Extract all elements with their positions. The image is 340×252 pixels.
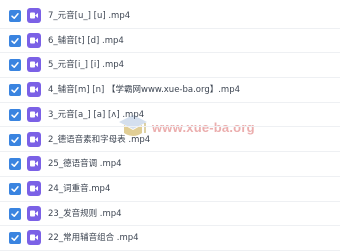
checkbox[interactable] — [9, 133, 21, 146]
file-name: 4_辅音[m] [n] 【学霸网www.xue-ba.org】.mp4 — [48, 85, 241, 96]
video-file-icon — [27, 180, 41, 196]
checkmark-icon — [11, 37, 19, 44]
checkmark-icon — [11, 235, 19, 242]
checkmark-icon — [11, 185, 19, 192]
video-file-icon — [27, 131, 41, 147]
file-name: 2_德语音素和字母表 .mp4 — [48, 134, 151, 145]
file-name: 22_常用辅音组合 .mp4 — [48, 233, 139, 244]
file-row[interactable]: 24_词重音.mp4 — [0, 177, 340, 202]
checkbox[interactable] — [9, 10, 21, 22]
checkbox[interactable] — [9, 158, 21, 171]
checkbox[interactable] — [9, 207, 21, 220]
video-file-icon — [27, 205, 41, 221]
checkbox[interactable] — [9, 34, 21, 47]
file-list: www.xue-ba.org 7_元音[u_] [u] .mp4 6_辅音[t] … — [0, 0, 340, 252]
file-row[interactable]: 23_发音规则 .mp4 — [0, 202, 340, 227]
checkmark-icon — [11, 111, 19, 118]
file-name: 5_元音[i_] [i] .mp4 — [48, 60, 125, 71]
video-file-icon — [27, 106, 41, 122]
video-file-icon — [27, 82, 41, 98]
file-name: 7_元音[u_] [u] .mp4 — [48, 11, 131, 21]
checkmark-icon — [11, 161, 19, 168]
video-file-icon — [27, 230, 41, 246]
checkmark-icon — [11, 136, 19, 143]
checkbox[interactable] — [9, 84, 21, 97]
file-name: 23_发音规则 .mp4 — [48, 208, 122, 219]
checkbox[interactable] — [9, 182, 21, 195]
checkmark-icon — [11, 87, 19, 94]
checkmark-icon — [11, 62, 19, 69]
file-row[interactable]: 2_德语音素和字母表 .mp4 — [0, 128, 340, 153]
file-row[interactable]: 5_元音[i_] [i] .mp4 — [0, 53, 340, 79]
file-row[interactable]: 3_元音[a_] [a] [ʌ] .mp4 — [0, 103, 340, 128]
file-row[interactable]: 6_辅音[t] [d] .mp4 — [0, 29, 340, 54]
checkmark-icon — [11, 210, 19, 217]
checkbox[interactable] — [9, 232, 21, 245]
checkbox[interactable] — [9, 108, 21, 121]
video-file-icon — [27, 57, 41, 73]
file-row[interactable]: 7_元音[u_] [u] .mp4 — [0, 4, 340, 29]
file-name: 25_德语音调 .mp4 — [48, 159, 122, 170]
file-name: 6_辅音[t] [d] .mp4 — [48, 35, 124, 46]
video-file-icon — [27, 32, 41, 48]
file-row[interactable]: 4_辅音[m] [n] 【学霸网www.xue-ba.org】.mp4 — [0, 78, 340, 103]
file-name: 24_词重音.mp4 — [48, 183, 111, 194]
video-file-icon — [27, 8, 41, 23]
video-file-icon — [27, 156, 41, 172]
checkmark-icon — [11, 13, 19, 19]
file-row[interactable]: 25_德语音调 .mp4 — [0, 152, 340, 177]
checkbox[interactable] — [9, 59, 21, 72]
file-name: 3_元音[a_] [a] [ʌ] .mp4 — [48, 109, 145, 120]
file-row[interactable]: 22_常用辅音组合 .mp4 — [0, 226, 340, 251]
